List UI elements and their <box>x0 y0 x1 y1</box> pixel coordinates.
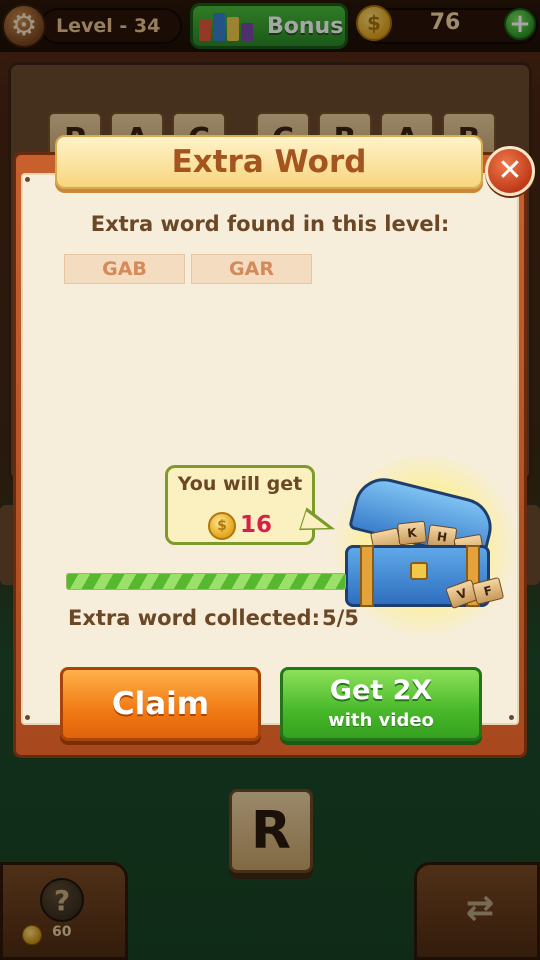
found-words-label: Extra word found in this level: <box>90 212 450 236</box>
chest-band <box>360 545 374 607</box>
reward-amount: 16 <box>240 512 273 538</box>
chest-lock <box>410 562 428 580</box>
progress-fill <box>67 574 345 589</box>
corner-pin <box>25 715 30 720</box>
claim-button[interactable]: Claim <box>60 667 261 741</box>
dialog-title-banner: Extra Word <box>55 135 483 189</box>
close-button[interactable]: ✕ <box>485 146 535 196</box>
close-icon: ✕ <box>497 153 523 188</box>
video-button-sublabel: with video <box>328 710 434 731</box>
chest-letter-tile: K <box>396 520 428 546</box>
corner-pin <box>509 715 514 720</box>
reward-label: You will get <box>177 473 303 495</box>
collected-label: Extra word collected: <box>68 606 320 630</box>
corner-pin <box>25 177 30 182</box>
coin-icon: $ <box>208 512 236 540</box>
extra-word-chip: GAB <box>64 254 185 284</box>
dialog-title: Extra Word <box>171 144 367 180</box>
claim-label: Claim <box>111 686 210 722</box>
collection-progress-bar <box>66 573 346 590</box>
extra-word-chip: GAR <box>191 254 312 284</box>
video-button-label: Get 2X <box>329 675 433 706</box>
collected-value: 5/5 <box>322 606 359 630</box>
